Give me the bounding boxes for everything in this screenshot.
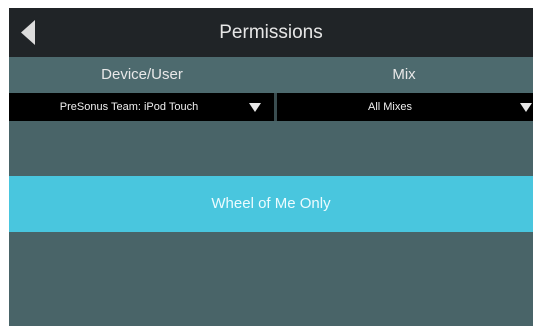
column-headers: Device/User Mix bbox=[9, 57, 533, 93]
dropdown-triangle-icon bbox=[520, 103, 532, 112]
mix-selected-value: All Mixes bbox=[367, 101, 412, 113]
back-arrow-icon bbox=[21, 20, 35, 45]
device-user-selected-value: PreSonus Team: iPod Touch bbox=[59, 101, 199, 113]
selector-divider bbox=[274, 93, 277, 121]
selector-row: PreSonus Team: iPod Touch All Mixes bbox=[9, 93, 533, 121]
title-bar: Permissions bbox=[9, 8, 533, 57]
mix-column-header: Mix bbox=[392, 66, 416, 83]
dropdown-triangle-icon bbox=[249, 103, 261, 112]
back-button[interactable] bbox=[9, 8, 49, 57]
device-user-dropdown[interactable]: PreSonus Team: iPod Touch bbox=[9, 93, 274, 121]
device-user-column-header: Device/User bbox=[101, 66, 183, 83]
mix-dropdown[interactable]: All Mixes bbox=[277, 93, 533, 121]
wheel-of-me-only-button[interactable]: Wheel of Me Only bbox=[9, 176, 533, 232]
page-title: Permissions bbox=[219, 22, 323, 43]
permissions-panel: Permissions Device/User Mix PreSonus Tea… bbox=[9, 8, 533, 326]
